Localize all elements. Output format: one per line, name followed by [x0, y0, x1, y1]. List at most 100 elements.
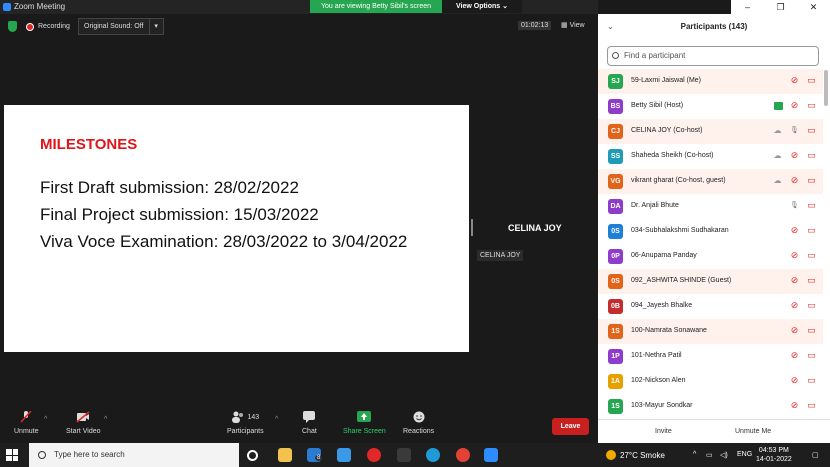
- participants-button[interactable]: 143 Participants: [227, 411, 264, 435]
- record-icon: [26, 22, 34, 31]
- participant-name: 06-Anupama Panday: [631, 252, 697, 259]
- chevron-down-icon[interactable]: ▾: [149, 19, 158, 34]
- video-off-icon: ▭: [807, 75, 816, 85]
- task-view-icon[interactable]: [247, 450, 258, 461]
- video-off-icon: ▭: [807, 375, 816, 385]
- original-sound-label: Original Sound: Off: [84, 23, 144, 30]
- view-button[interactable]: ▦ View: [561, 21, 585, 29]
- participant-row[interactable]: 1P 101-Nethra Patil ⊘ ▭: [598, 344, 823, 369]
- meeting-controls: Unmute ^ Start Video ^ 143 Participants …: [0, 406, 598, 443]
- participant-row[interactable]: CJ CELINA JOY (Co-host) ☁ 🎙 ▭: [598, 119, 823, 144]
- participant-status-icons: ⊘ ▭: [789, 250, 817, 261]
- share-screen-icon: [357, 411, 372, 422]
- invite-button[interactable]: Invite: [648, 424, 679, 440]
- chrome-browser-icon[interactable]: [456, 448, 470, 462]
- participant-name: CELINA JOY (Co-host): [631, 127, 703, 134]
- panel-footer: Invite Unmute Me: [598, 419, 830, 443]
- speaker-icon[interactable]: ◁): [720, 451, 728, 459]
- file-explorer-icon[interactable]: [278, 448, 292, 462]
- notification-icon[interactable]: ▢: [812, 451, 819, 459]
- participant-row[interactable]: DA Dr. Anjali Bhute 🎙 ▭: [598, 194, 823, 219]
- edge-browser-icon[interactable]: [426, 448, 440, 462]
- zoom-taskbar-icon[interactable]: [484, 448, 498, 462]
- splitter-handle[interactable]: [471, 219, 473, 236]
- taskbar-search-box[interactable]: Type here to search: [29, 443, 239, 467]
- participant-name: Shaheda Sheikh (Co-host): [631, 152, 714, 159]
- participant-row[interactable]: 1S 103-Mayur Sondkar ⊘ ▭: [598, 394, 823, 419]
- muted-mic-icon: ⊘: [790, 275, 799, 285]
- slide-line: Final Project submission: 15/03/2022: [40, 205, 319, 224]
- unmute-button[interactable]: Unmute: [14, 411, 39, 435]
- participant-avatar: SS: [608, 149, 623, 164]
- network-icon[interactable]: ▭: [706, 451, 713, 459]
- windows-start-icon[interactable]: [6, 449, 18, 461]
- language-indicator[interactable]: ENG: [737, 451, 752, 458]
- weather-text[interactable]: 27°C Smoke: [620, 451, 665, 460]
- participant-row[interactable]: 0B 094_Jayesh Bhalke ⊘ ▭: [598, 294, 823, 319]
- meeting-timer: 01:02:13: [518, 21, 552, 30]
- zoom-logo-icon: [3, 3, 11, 11]
- unmute-me-button[interactable]: Unmute Me: [728, 424, 778, 440]
- taskbar-clock[interactable]: 04:53 PM 14-01-2022: [756, 446, 792, 464]
- weather-icon: [606, 450, 616, 460]
- participant-row[interactable]: VG vikrant gharat (Co-host, guest) ☁ ⊘ ▭: [598, 169, 823, 194]
- share-screen-button[interactable]: Share Screen: [343, 411, 386, 435]
- clock-time: 04:53 PM: [758, 447, 789, 454]
- minimize-button[interactable]: –: [731, 0, 764, 14]
- participant-count: 143: [247, 414, 260, 421]
- participant-row[interactable]: SJ 59-Laxmi Jaiswal (Me) ⊘ ▭: [598, 69, 823, 94]
- participant-name: Dr. Anjali Bhute: [631, 202, 679, 209]
- tray-chevron-icon[interactable]: ^: [693, 451, 696, 458]
- participant-row[interactable]: 0P 06-Anupama Panday ⊘ ▭: [598, 244, 823, 269]
- share-screen-label: Share Screen: [343, 428, 386, 435]
- reactions-icon: [413, 411, 425, 423]
- participant-row[interactable]: 1S 100-Namrata Sonawane ⊘ ▭: [598, 319, 823, 344]
- app-icon[interactable]: [397, 448, 411, 462]
- screen-share-icon: [774, 101, 783, 110]
- start-video-button[interactable]: Start Video: [66, 411, 101, 435]
- video-options-caret-icon[interactable]: ^: [104, 416, 107, 423]
- participant-row[interactable]: 0S 034-Subhalakshmi Sudhakaran ⊘ ▭: [598, 219, 823, 244]
- participant-status-icons: ⊘ ▭: [774, 100, 817, 111]
- participant-avatar: 1S: [608, 399, 623, 414]
- maximize-button[interactable]: ❐: [764, 0, 797, 14]
- participant-search-input[interactable]: Find a participant: [607, 46, 819, 66]
- close-button[interactable]: ✕: [797, 0, 830, 14]
- participant-name: 100-Namrata Sonawane: [631, 327, 707, 334]
- leave-button[interactable]: Leave: [552, 418, 589, 435]
- store-icon[interactable]: [337, 448, 351, 462]
- participant-row[interactable]: 1A 102-Nickson Alen ⊘ ▭: [598, 369, 823, 394]
- chat-button[interactable]: Chat: [302, 411, 317, 435]
- participant-avatar: 1P: [608, 349, 623, 364]
- shared-screen: MILESTONES First Draft submission: 28/02…: [4, 105, 469, 352]
- clock-date: 14-01-2022: [756, 456, 792, 463]
- security-shield-icon[interactable]: [8, 21, 17, 32]
- muted-mic-icon: ⊘: [790, 250, 799, 260]
- view-options-button[interactable]: View Options ⌄: [442, 0, 522, 13]
- reactions-button[interactable]: Reactions: [403, 411, 434, 435]
- participant-status-icons: ⊘ ▭: [789, 350, 817, 361]
- video-off-icon: [76, 411, 90, 423]
- opera-browser-icon[interactable]: [367, 448, 381, 462]
- mic-icon: 🎙: [790, 127, 799, 134]
- participant-status-icons: ☁ 🎙 ▭: [772, 125, 817, 136]
- audio-options-caret-icon[interactable]: ^: [44, 416, 47, 423]
- chat-label: Chat: [302, 428, 317, 435]
- participant-row[interactable]: 0S 092_ASHWITA SHINDE (Guest) ⊘ ▭: [598, 269, 823, 294]
- participant-row[interactable]: BS Betty Sibil (Host) ⊘ ▭: [598, 94, 823, 119]
- participant-row[interactable]: SS Shaheda Sheikh (Co-host) ☁ ⊘ ▭: [598, 144, 823, 169]
- muted-mic-icon: ⊘: [790, 150, 799, 160]
- mail-icon[interactable]: 8: [307, 448, 323, 462]
- participants-caret-icon[interactable]: ^: [275, 416, 278, 423]
- chat-icon: [303, 411, 316, 423]
- participant-name: 034-Subhalakshmi Sudhakaran: [631, 227, 729, 234]
- video-off-icon: ▭: [807, 325, 816, 335]
- video-off-icon: ▭: [807, 100, 816, 110]
- cloud-icon: ☁: [773, 126, 782, 135]
- participant-status-icons: ⊘ ▭: [789, 75, 817, 86]
- participant-avatar: 0P: [608, 249, 623, 264]
- participant-list-scrollbar[interactable]: [824, 70, 828, 106]
- video-name-tag: CELINA JOY: [477, 250, 524, 261]
- participant-avatar: VG: [608, 174, 623, 189]
- original-sound-button[interactable]: Original Sound: Off ▾: [78, 18, 164, 35]
